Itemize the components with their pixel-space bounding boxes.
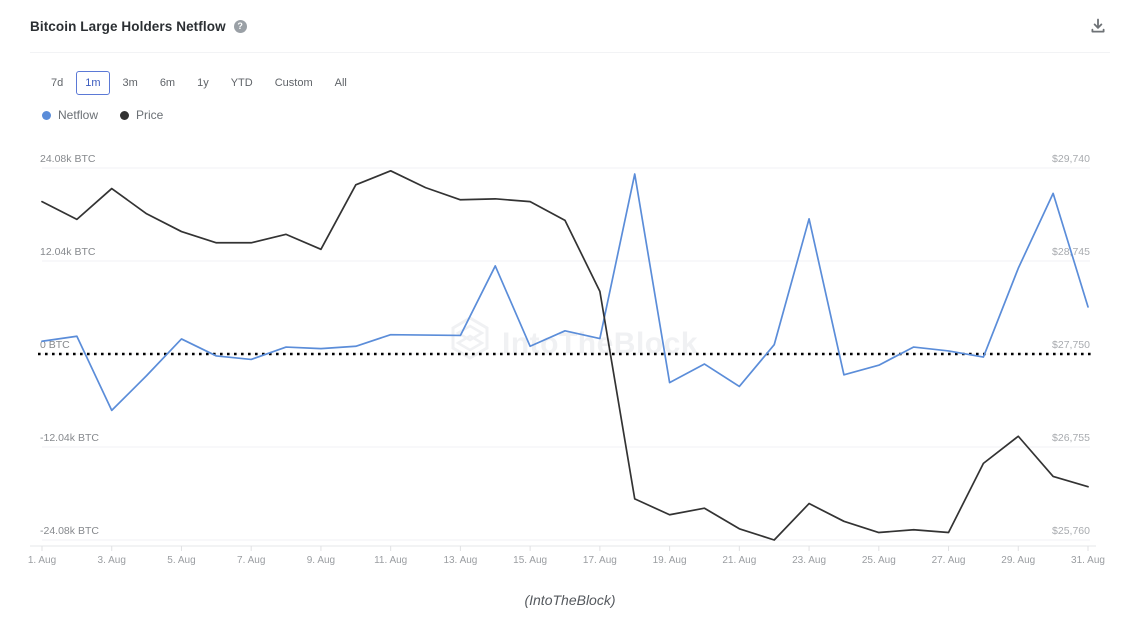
y-axis-label-right: $26,755 (1052, 432, 1090, 444)
legend-item-price[interactable]: Price (120, 108, 163, 122)
x-axis-label: 17. Aug (583, 555, 617, 566)
range-option-all[interactable]: All (326, 71, 356, 95)
y-axis-label-left: -24.08k BTC (40, 525, 99, 537)
x-axis-label: 9. Aug (307, 555, 335, 566)
x-axis-label: 27. Aug (932, 555, 966, 566)
x-axis-label: 25. Aug (862, 555, 896, 566)
legend-label-netflow: Netflow (58, 108, 99, 122)
x-axis-label: 15. Aug (513, 555, 547, 566)
legend-label-price: Price (136, 108, 164, 122)
x-axis-label: 23. Aug (792, 555, 826, 566)
legend-dot-price (120, 110, 130, 120)
range-option-ytd[interactable]: YTD (222, 71, 262, 95)
x-axis-label: 3. Aug (98, 555, 126, 566)
x-axis-label: 31. Aug (1071, 555, 1105, 566)
x-axis-label: 13. Aug (443, 555, 477, 566)
x-axis-label: 29. Aug (1001, 555, 1035, 566)
x-axis-label: 19. Aug (653, 555, 687, 566)
chart-source: (IntoTheBlock) (524, 592, 616, 608)
page-title: Bitcoin Large Holders Netflow (30, 18, 226, 34)
x-axis-label: 21. Aug (722, 555, 756, 566)
y-axis-label-right: $25,760 (1052, 525, 1090, 537)
range-option-custom[interactable]: Custom (266, 71, 322, 95)
y-axis-label-left: 24.08k BTC (40, 153, 96, 165)
x-axis-label: 1. Aug (28, 555, 56, 566)
x-axis-label: 11. Aug (374, 555, 407, 566)
series-line-netflow (41, 173, 1089, 412)
range-option-1m[interactable]: 1m (76, 71, 110, 95)
hexagon-logo-icon (451, 316, 489, 360)
x-axis-label: 5. Aug (167, 555, 195, 566)
legend-item-netflow[interactable]: Netflow (42, 108, 98, 122)
legend-dot-netflow (42, 110, 51, 120)
line-chart: 24.08k BTC $29,74012.04k BTC $28,7450 BTC $… (28, 153, 1105, 566)
download-icon[interactable] (1086, 14, 1110, 38)
range-option-1y[interactable]: 1y (188, 71, 218, 95)
chart-legend: Netflow Price (42, 108, 163, 122)
range-option-6m[interactable]: 6m (151, 71, 184, 95)
y-axis-label-right: $27,750 (1052, 339, 1090, 351)
range-option-7d[interactable]: 7d (42, 71, 72, 95)
range-option-3m[interactable]: 3m (114, 71, 147, 95)
y-axis-label-left: 12.04k BTC (40, 246, 96, 258)
chart-plot-area: 24.08k BTC $29,740 12.04k BTC $28,745 0 BTC $… (0, 140, 1140, 580)
question-mark-icon[interactable]: ? (233, 19, 247, 33)
y-axis-label-right: $29,740 (1052, 153, 1090, 165)
x-axis-label: 7. Aug (237, 555, 265, 566)
hexagon-logo-inner-icon (455, 324, 485, 352)
y-axis-label-left: -12.04k BTC (40, 432, 99, 444)
range-selector: 7d 1m 3m 6m 1y YTD Custom All (42, 71, 356, 95)
chart-header: Bitcoin Large Holders Netflow ? (0, 0, 1140, 53)
chart-card: Bitcoin Large Holders Netflow ? 7d 1m 3m… (0, 0, 1140, 633)
title-group: Bitcoin Large Holders Netflow ? (30, 19, 247, 34)
